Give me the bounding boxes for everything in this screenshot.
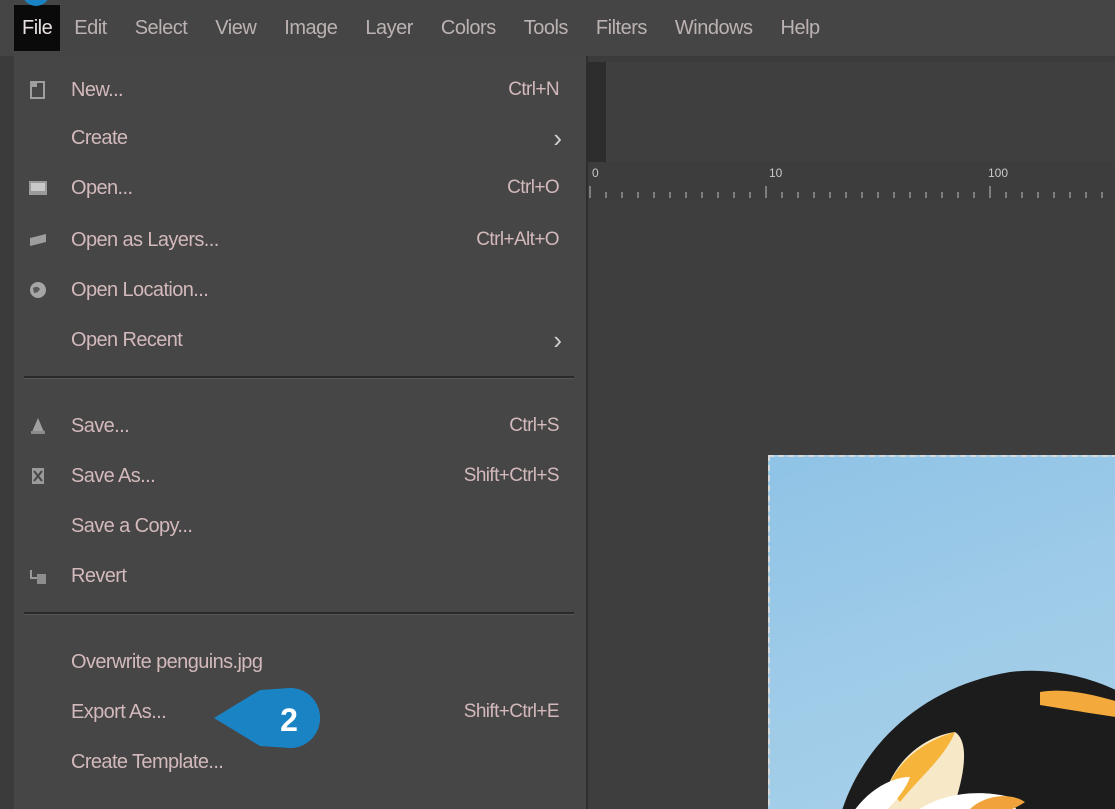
save-icon: [28, 416, 48, 436]
save-copy-label: Save a Copy...: [71, 514, 193, 537]
open-location-label: Open Location...: [71, 278, 209, 301]
open-as-layers-shortcut: Ctrl+Alt+O: [476, 229, 559, 250]
overwrite-label: Overwrite penguins.jpg: [71, 650, 263, 673]
menu-windows[interactable]: Windows: [661, 5, 767, 51]
save-label: Save...: [71, 414, 130, 437]
open-recent-label: Open Recent: [71, 328, 183, 351]
tool-options-panel: [606, 62, 1115, 162]
menu-edit[interactable]: Edit: [60, 5, 120, 51]
save-as-shortcut: Shift+Ctrl+S: [463, 465, 560, 486]
menu-image[interactable]: Image: [270, 5, 351, 51]
ruler-ticks: [589, 186, 1103, 198]
menu-item-save-as[interactable]: Save As... Shift+Ctrl+S: [14, 454, 574, 498]
new-document-icon: [28, 80, 48, 100]
penguin-illustration: [842, 670, 1115, 809]
menu-separator: [24, 376, 574, 379]
create-template-label: Create Template...: [71, 750, 224, 773]
menu-select[interactable]: Select: [121, 5, 202, 51]
open-label: Open...: [71, 176, 133, 199]
menu-item-save[interactable]: Save... Ctrl+S: [14, 404, 574, 448]
menu-item-create[interactable]: Create ›: [14, 116, 574, 160]
menu-item-revert[interactable]: Revert: [14, 554, 574, 598]
save-as-icon: [28, 466, 48, 486]
menu-filters[interactable]: Filters: [582, 5, 661, 51]
open-image-icon: [28, 178, 48, 198]
export-as-label: Export As...: [71, 700, 167, 723]
menu-colors[interactable]: Colors: [427, 5, 510, 51]
step-callout-badge: 2: [212, 682, 324, 754]
ruler-label-0: 0: [592, 166, 599, 180]
menu-item-open-recent[interactable]: Open Recent ›: [14, 318, 574, 362]
open-shortcut: Ctrl+O: [507, 177, 559, 198]
menu-view[interactable]: View: [201, 5, 270, 51]
menubar: File Edit Select View Image Layer Colors…: [0, 0, 1115, 56]
gimp-window: File Edit Select View Image Layer Colors…: [0, 0, 1115, 809]
create-label: Create: [71, 126, 128, 149]
new-label: New...: [71, 78, 124, 101]
menu-item-new[interactable]: New... Ctrl+N: [14, 68, 574, 112]
open-layers-icon: [28, 230, 48, 250]
save-shortcut: Ctrl+S: [509, 415, 559, 436]
menu-item-open[interactable]: Open... Ctrl+O: [14, 166, 574, 210]
chevron-right-icon: ›: [553, 122, 562, 153]
new-shortcut: Ctrl+N: [508, 79, 559, 100]
ruler-label-10: 10: [769, 166, 783, 180]
menu-item-overwrite[interactable]: Overwrite penguins.jpg: [14, 640, 574, 684]
menu-separator: [24, 612, 574, 615]
menu-item-open-location[interactable]: Open Location...: [14, 268, 574, 312]
save-as-label: Save As...: [71, 464, 156, 487]
open-as-layers-label: Open as Layers...: [71, 228, 219, 251]
ruler-label-100: 100: [988, 166, 1009, 180]
menu-tools[interactable]: Tools: [510, 5, 582, 51]
menu-layer[interactable]: Layer: [351, 5, 427, 51]
menu-item-save-copy[interactable]: Save a Copy...: [14, 504, 574, 548]
menu-help[interactable]: Help: [767, 5, 834, 51]
horizontal-ruler: 0 10 100: [586, 162, 1115, 201]
revert-icon: [28, 566, 48, 586]
menu-item-open-as-layers[interactable]: Open as Layers... Ctrl+Alt+O: [14, 218, 574, 262]
menu-file[interactable]: File: [14, 5, 61, 51]
dock-strip: [586, 62, 606, 162]
callout-number: 2: [280, 702, 298, 738]
export-as-shortcut: Shift+Ctrl+E: [463, 701, 560, 722]
penguin-image[interactable]: [768, 455, 1115, 809]
chevron-right-icon: ›: [553, 324, 562, 355]
globe-icon: [28, 280, 48, 300]
revert-label: Revert: [71, 564, 127, 587]
